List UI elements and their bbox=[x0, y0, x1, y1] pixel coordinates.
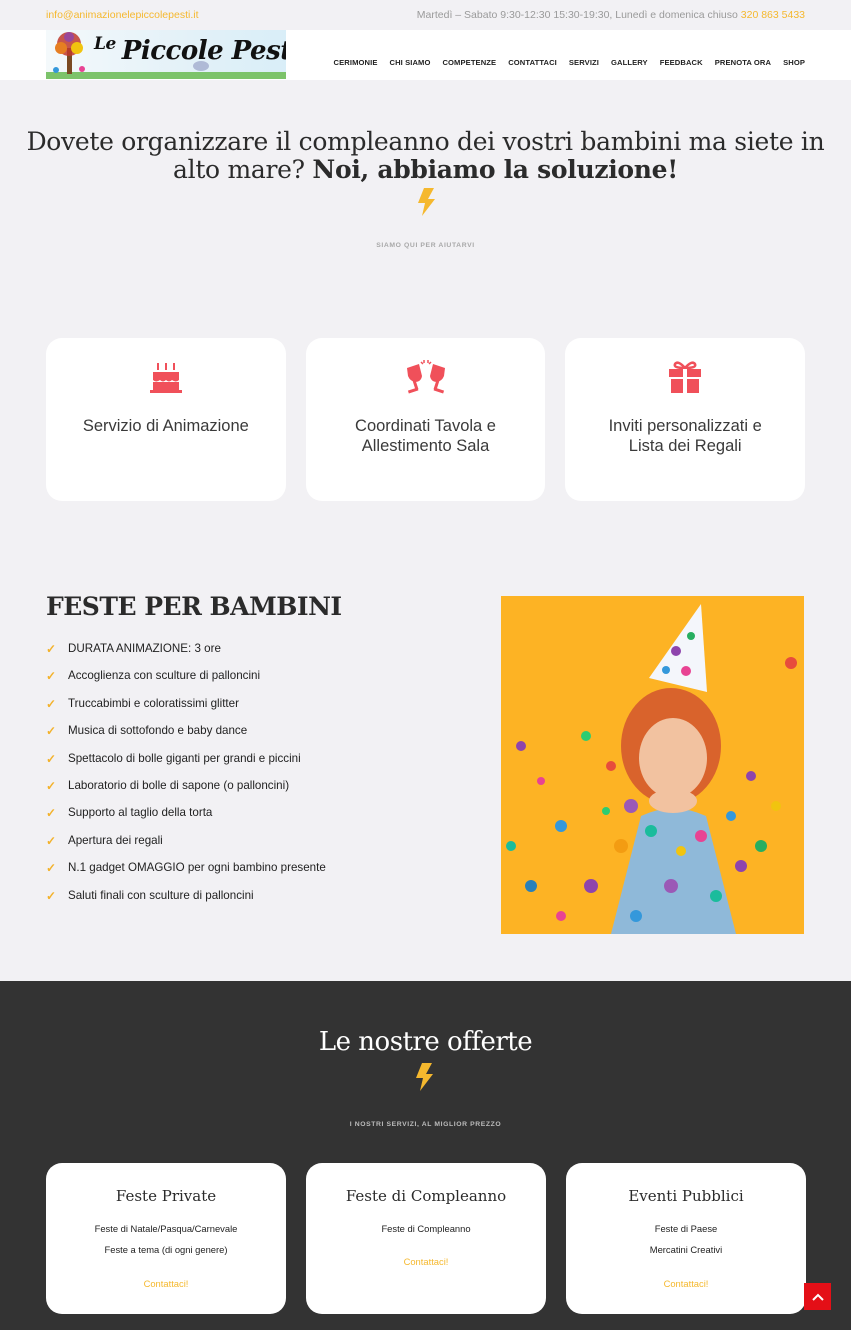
offerte-title: Le nostre offerte bbox=[318, 1027, 533, 1057]
lightning-bolt-icon bbox=[416, 1063, 433, 1091]
nav-cerimonie[interactable]: CERIMONIE bbox=[334, 58, 378, 67]
feature-card-coordinati: Coordinati Tavola e Allestimento Sala bbox=[305, 338, 546, 501]
email-link[interactable]: info@animazionelepiccolepesti.it bbox=[46, 9, 199, 21]
nav-gallery[interactable]: GALLERY bbox=[611, 58, 648, 67]
feste-title: FESTE PER BAMBINI bbox=[46, 592, 342, 621]
offer-card-line: Feste di Paese bbox=[654, 1223, 718, 1234]
site-logo[interactable]: Le Piccole Pesti bbox=[46, 30, 286, 79]
contact-info: Martedì – Sabato 9:30-12:30 15:30-19:30,… bbox=[417, 9, 805, 21]
list-item: ✓ Supporto al taglio della torta bbox=[46, 806, 213, 821]
nav-competenze[interactable]: COMPETENZE bbox=[442, 58, 496, 67]
list-item: ✓ Saluti finali con sculture di palloncin… bbox=[46, 888, 254, 903]
check-icon: ✓ bbox=[46, 669, 57, 684]
nav-shop[interactable]: SHOP bbox=[783, 58, 805, 67]
list-item: ✓ Spettacolo di bolle giganti per grandi … bbox=[46, 751, 301, 766]
check-icon: ✓ bbox=[46, 751, 57, 766]
feature-label: Inviti personalizzati e Lista dei Regali bbox=[608, 417, 762, 455]
main-nav: CERIMONIE CHI SIAMO COMPETENZE CONTATTAC… bbox=[334, 58, 805, 67]
check-icon: ✓ bbox=[46, 696, 57, 711]
check-icon: ✓ bbox=[46, 806, 57, 821]
offer-cards: Feste Private Feste di Natale/Pasqua/Car… bbox=[46, 1163, 806, 1314]
feature-cards: Servizio di Animazione Coordinati Tavola… bbox=[46, 338, 806, 501]
offer-card-private: Feste Private Feste di Natale/Pasqua/Car… bbox=[46, 1163, 286, 1314]
list-item: ✓ Truccabimbi e coloratissimi glitter bbox=[46, 696, 239, 711]
feste-list: ✓ DURATA ANIMAZIONE: 3 ore ✓ Accoglienza c… bbox=[46, 642, 326, 916]
site-header: Le Piccole Pesti CERIMONIE CHI SIAMO COMP… bbox=[0, 30, 851, 80]
list-item: ✓ Apertura dei regali bbox=[46, 833, 163, 848]
list-item: ✓ Musica di sottofondo e baby dance bbox=[46, 724, 248, 739]
opening-hours: Martedì – Sabato 9:30-12:30 15:30-19:30,… bbox=[416, 9, 738, 21]
feature-label: Servizio di Animazione bbox=[82, 417, 249, 435]
feature-card-animazione: Servizio di Animazione bbox=[46, 338, 286, 501]
chevron-up-icon bbox=[811, 1293, 824, 1301]
offer-card-compleanno: Feste di Compleanno Feste di Compleanno … bbox=[306, 1163, 546, 1314]
nav-chi-siamo[interactable]: CHI SIAMO bbox=[389, 58, 430, 67]
offer-card-line: Feste di Natale/Pasqua/Carnevale bbox=[94, 1223, 238, 1234]
offer-card-line: Feste di Compleanno bbox=[381, 1223, 471, 1234]
check-icon: ✓ bbox=[46, 724, 57, 739]
nav-prenota-ora[interactable]: PRENOTA ORA bbox=[715, 58, 771, 67]
feature-label: Coordinati Tavola e Allestimento Sala bbox=[355, 417, 496, 455]
list-item: ✓ N.1 gadget OMAGGIO per ogni bambino pre… bbox=[46, 861, 326, 876]
nav-contattaci[interactable]: CONTATTACI bbox=[508, 58, 557, 67]
glasses-cheers-icon bbox=[406, 360, 445, 394]
lightning-bolt-icon bbox=[417, 188, 435, 216]
feature-card-inviti: Inviti personalizzati e Lista dei Regali bbox=[565, 338, 806, 501]
check-icon: ✓ bbox=[46, 778, 57, 793]
hero-title: Dovete organizzare il compleanno dei vos… bbox=[26, 127, 825, 184]
logo-text: Le Piccole Pesti bbox=[94, 34, 286, 66]
offerte-section: Le nostre offerte I NOSTRI SERVIZI, AL M… bbox=[0, 981, 851, 1330]
gift-icon bbox=[669, 361, 702, 393]
party-girl-photo bbox=[501, 596, 804, 934]
offer-card-title: Feste Private bbox=[115, 1187, 217, 1205]
contact-link[interactable]: Contattaci! bbox=[404, 1256, 449, 1267]
offer-card-line: Feste a tema (di ogni genere) bbox=[104, 1244, 228, 1256]
phone-link[interactable]: 320 863 5433 bbox=[741, 9, 805, 21]
offer-card-eventi: Eventi Pubblici Feste di Paese Mercatini… bbox=[566, 1163, 806, 1314]
list-item: ✓ Laboratorio di bolle di sapone (o pallo… bbox=[46, 778, 290, 793]
offer-card-line: Mercatini Creativi bbox=[649, 1244, 723, 1256]
offer-card-title: Feste di Compleanno bbox=[345, 1187, 507, 1205]
birthday-cake-icon bbox=[149, 363, 182, 393]
list-item: ✓ Accoglienza con sculture di palloncini bbox=[46, 669, 261, 684]
offerte-subtitle: I NOSTRI SERVIZI, AL MIGLIOR PREZZO bbox=[349, 1121, 502, 1128]
contact-link[interactable]: Contattaci! bbox=[144, 1278, 189, 1289]
check-icon: ✓ bbox=[46, 888, 57, 903]
hero-section: Dovete organizzare il compleanno dei vos… bbox=[0, 80, 851, 250]
confetti-girl-image bbox=[501, 596, 804, 934]
check-icon: ✓ bbox=[46, 861, 57, 876]
hero-subtitle: SIAMO QUI PER AIUTARVI bbox=[376, 242, 475, 249]
offer-card-title: Eventi Pubblici bbox=[628, 1187, 744, 1205]
check-icon: ✓ bbox=[46, 833, 57, 848]
list-item: ✓ DURATA ANIMAZIONE: 3 ore bbox=[46, 642, 221, 656]
nav-feedback[interactable]: FEEDBACK bbox=[660, 58, 703, 67]
top-bar: info@animazionelepiccolepesti.it Martedì… bbox=[0, 0, 851, 30]
scroll-to-top-button[interactable] bbox=[804, 1283, 831, 1310]
check-icon: ✓ bbox=[46, 642, 57, 656]
nav-servizi[interactable]: SERVIZI bbox=[569, 58, 599, 67]
contact-link[interactable]: Contattaci! bbox=[664, 1278, 709, 1289]
